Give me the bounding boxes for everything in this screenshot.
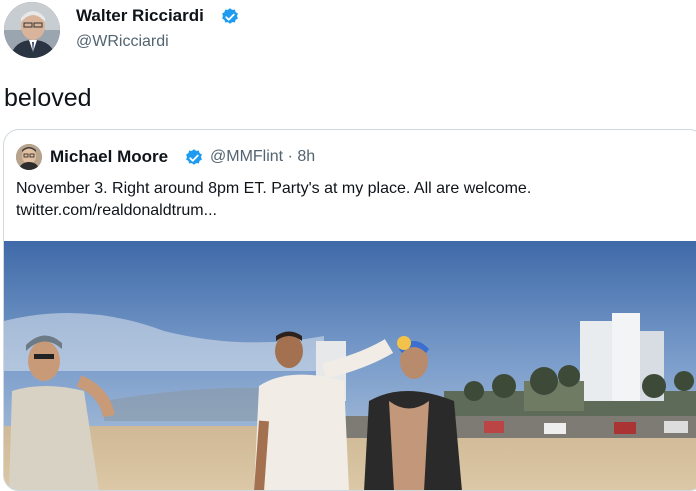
tweet-header: Walter Ricciardi @WRicciardi [0,0,696,70]
verified-badge-icon [220,7,240,27]
separator-dot: · [288,148,293,165]
quoted-handle-time: @MMFlint · 8h [210,148,315,166]
tweet-text: beloved [4,84,92,113]
author-name[interactable]: Walter Ricciardi [76,6,204,26]
verified-badge-icon [184,148,204,168]
quoted-text-line: November 3. Right around 8pm ET. Party's… [16,178,531,200]
avatar[interactable] [4,2,60,58]
quoted-tweet-text: November 3. Right around 8pm ET. Party's… [16,178,531,222]
quoted-time[interactable]: 8h [297,148,315,165]
author-handle[interactable]: @WRicciardi [76,33,169,51]
quoted-author-handle[interactable]: @MMFlint [210,148,283,165]
quoted-author-name[interactable]: Michael Moore [50,147,168,167]
quoted-link[interactable]: twitter.com/realdonaldtrum... [16,200,531,222]
quoted-tweet-card[interactable]: Michael Moore @MMFlint · 8h November 3. … [3,129,696,491]
quoted-media-video[interactable] [4,241,696,491]
quoted-avatar[interactable] [16,144,42,170]
